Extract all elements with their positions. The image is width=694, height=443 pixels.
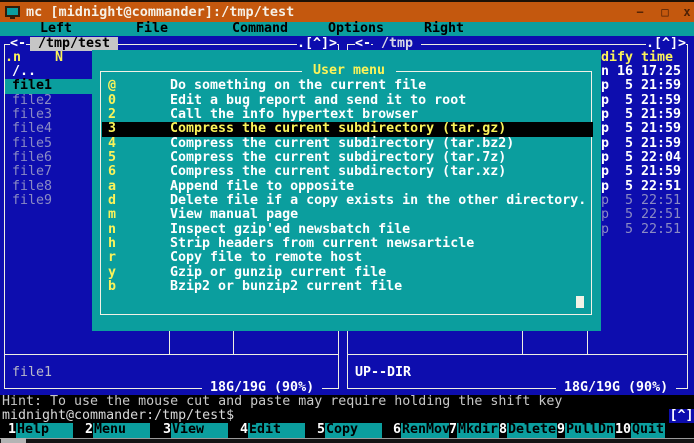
bottom-edge-line (0, 438, 694, 439)
fkey-button-menu[interactable]: Menu (93, 423, 150, 437)
fkey-button-copy[interactable]: Copy (325, 423, 382, 437)
window-bottom-edge (0, 438, 694, 443)
fkey-number-6[interactable]: 6 (393, 423, 401, 437)
user-menu-key-b[interactable]: b (108, 280, 116, 294)
menubar-item-left[interactable]: Left (40, 22, 72, 36)
fkey-number-9[interactable]: 9 (557, 423, 565, 437)
file-row-file5[interactable]: file5 (12, 137, 52, 151)
fkey-button-edit[interactable]: Edit (248, 423, 305, 437)
menubar-item-options[interactable]: Options (328, 22, 384, 36)
user-menu-key-r[interactable]: r (108, 251, 116, 265)
right-panel-mini-status: UP--DIR (355, 366, 411, 380)
function-key-bar: 1Help 2Menu 3View 4Edit 5Copy 6RenMov7Mkdir8D… (0, 423, 694, 437)
file-row-file7[interactable]: file7 (12, 165, 52, 179)
close-button[interactable]: x (679, 4, 694, 20)
right-panel-right-border (687, 44, 688, 389)
right-panel-disk-usage: 18G/19G (90%) (556, 381, 676, 395)
hint-line: Hint: To use the mouse cut and paste may… (2, 395, 562, 409)
menu-bar: Left File Command Options Right (0, 22, 694, 36)
file-row-file4[interactable]: file4 (12, 122, 52, 136)
window-title: mc [midnight@commander]:/tmp/test (26, 5, 294, 19)
fkey-number-10[interactable]: 10 (615, 423, 631, 437)
user-menu-item[interactable]: View manual page (170, 208, 298, 222)
fkey-button-mkdir[interactable]: Mkdir (457, 423, 499, 437)
user-menu-key-6[interactable]: 6 (108, 165, 116, 179)
user-menu-dialog: User menu @ Do something on the current f… (92, 50, 601, 331)
user-menu-item[interactable]: Edit a bug report and send it to root (170, 94, 466, 108)
user-menu-key-4[interactable]: 4 (108, 137, 116, 151)
file-row-file3[interactable]: file3 (12, 108, 52, 122)
fkey-button-delete[interactable]: Delete (507, 423, 557, 437)
user-menu-item[interactable]: Do something on the current file (170, 79, 426, 93)
user-menu-item[interactable]: Bzip2 or bunzip2 current file (170, 280, 402, 294)
fkey-number-7[interactable]: 7 (449, 423, 457, 437)
user-menu-key-0[interactable]: 0 (108, 94, 116, 108)
menubar-item-file[interactable]: File (136, 22, 168, 36)
fkey-number-1[interactable]: 1 (8, 423, 16, 437)
fkey-number-4[interactable]: 4 (240, 423, 248, 437)
left-panel-mini-status: file1 (12, 366, 52, 380)
user-menu-key-3[interactable]: 3 (108, 122, 116, 136)
left-panel-name-header[interactable]: N (55, 51, 63, 65)
mc-terminal-window: mc [midnight@commander]:/tmp/test − □ x … (0, 0, 694, 443)
minimize-button[interactable]: − (632, 4, 648, 20)
user-menu-key-@[interactable]: @ (108, 79, 116, 93)
fkey-button-pulldn[interactable]: PullDn (565, 423, 615, 437)
text-cursor (576, 296, 584, 308)
user-menu-key-h[interactable]: h (108, 237, 116, 251)
user-menu-key-5[interactable]: 5 (108, 151, 116, 165)
user-menu-key-y[interactable]: y (108, 266, 116, 280)
command-history-button[interactable]: [^] (669, 409, 694, 423)
file-row-file6[interactable]: file6 (12, 151, 52, 165)
fkey-button-renmov[interactable]: RenMov (401, 423, 449, 437)
fkey-button-view[interactable]: View (171, 423, 228, 437)
file-row-file8[interactable]: file8 (12, 180, 52, 194)
left-panel-left-border (4, 44, 5, 389)
fkey-button-quit[interactable]: Quit (631, 423, 665, 437)
user-menu-item[interactable]: Compress the current subdirectory (tar.b… (170, 137, 514, 151)
fkey-number-2[interactable]: 2 (85, 423, 93, 437)
fkey-number-5[interactable]: 5 (317, 423, 325, 437)
fkey-number-3[interactable]: 3 (163, 423, 171, 437)
user-menu-key-d[interactable]: d (108, 194, 116, 208)
left-panel-status-separator (5, 354, 338, 355)
window-titlebar[interactable]: mc [midnight@commander]:/tmp/test − □ x (0, 0, 694, 22)
user-menu-item[interactable]: Inspect gzip'ed newsbatch file (170, 223, 410, 237)
user-menu-key-m[interactable]: m (108, 208, 116, 222)
file-row-file2[interactable]: file2 (12, 94, 52, 108)
user-menu-item[interactable]: Compress the current subdirectory (tar.x… (170, 165, 506, 179)
menubar-item-command[interactable]: Command (232, 22, 288, 36)
maximize-button[interactable]: □ (657, 4, 673, 20)
fkey-button-help[interactable]: Help (16, 423, 73, 437)
user-menu-item[interactable]: Append file to opposite (170, 180, 354, 194)
user-menu-item[interactable]: Gzip or gunzip current file (170, 266, 386, 280)
user-menu-key-2[interactable]: 2 (108, 108, 116, 122)
file-row-file1[interactable]: file1 (12, 79, 52, 93)
user-menu-key-n[interactable]: n (108, 223, 116, 237)
menubar-item-right[interactable]: Right (424, 22, 464, 36)
user-menu-key-a[interactable]: a (108, 180, 116, 194)
terminal-app-icon (5, 6, 20, 17)
user-menu-item[interactable]: Copy file to remote host (170, 251, 362, 265)
scrollbar-thumb[interactable] (1, 438, 26, 443)
user-menu-item[interactable]: Compress the current subdirectory (tar.g… (170, 122, 506, 136)
file-row-file9[interactable]: file9 (12, 194, 52, 208)
user-menu-title: User menu (302, 64, 396, 78)
right-panel-status-separator (348, 354, 687, 355)
fkey-number-8[interactable]: 8 (499, 423, 507, 437)
